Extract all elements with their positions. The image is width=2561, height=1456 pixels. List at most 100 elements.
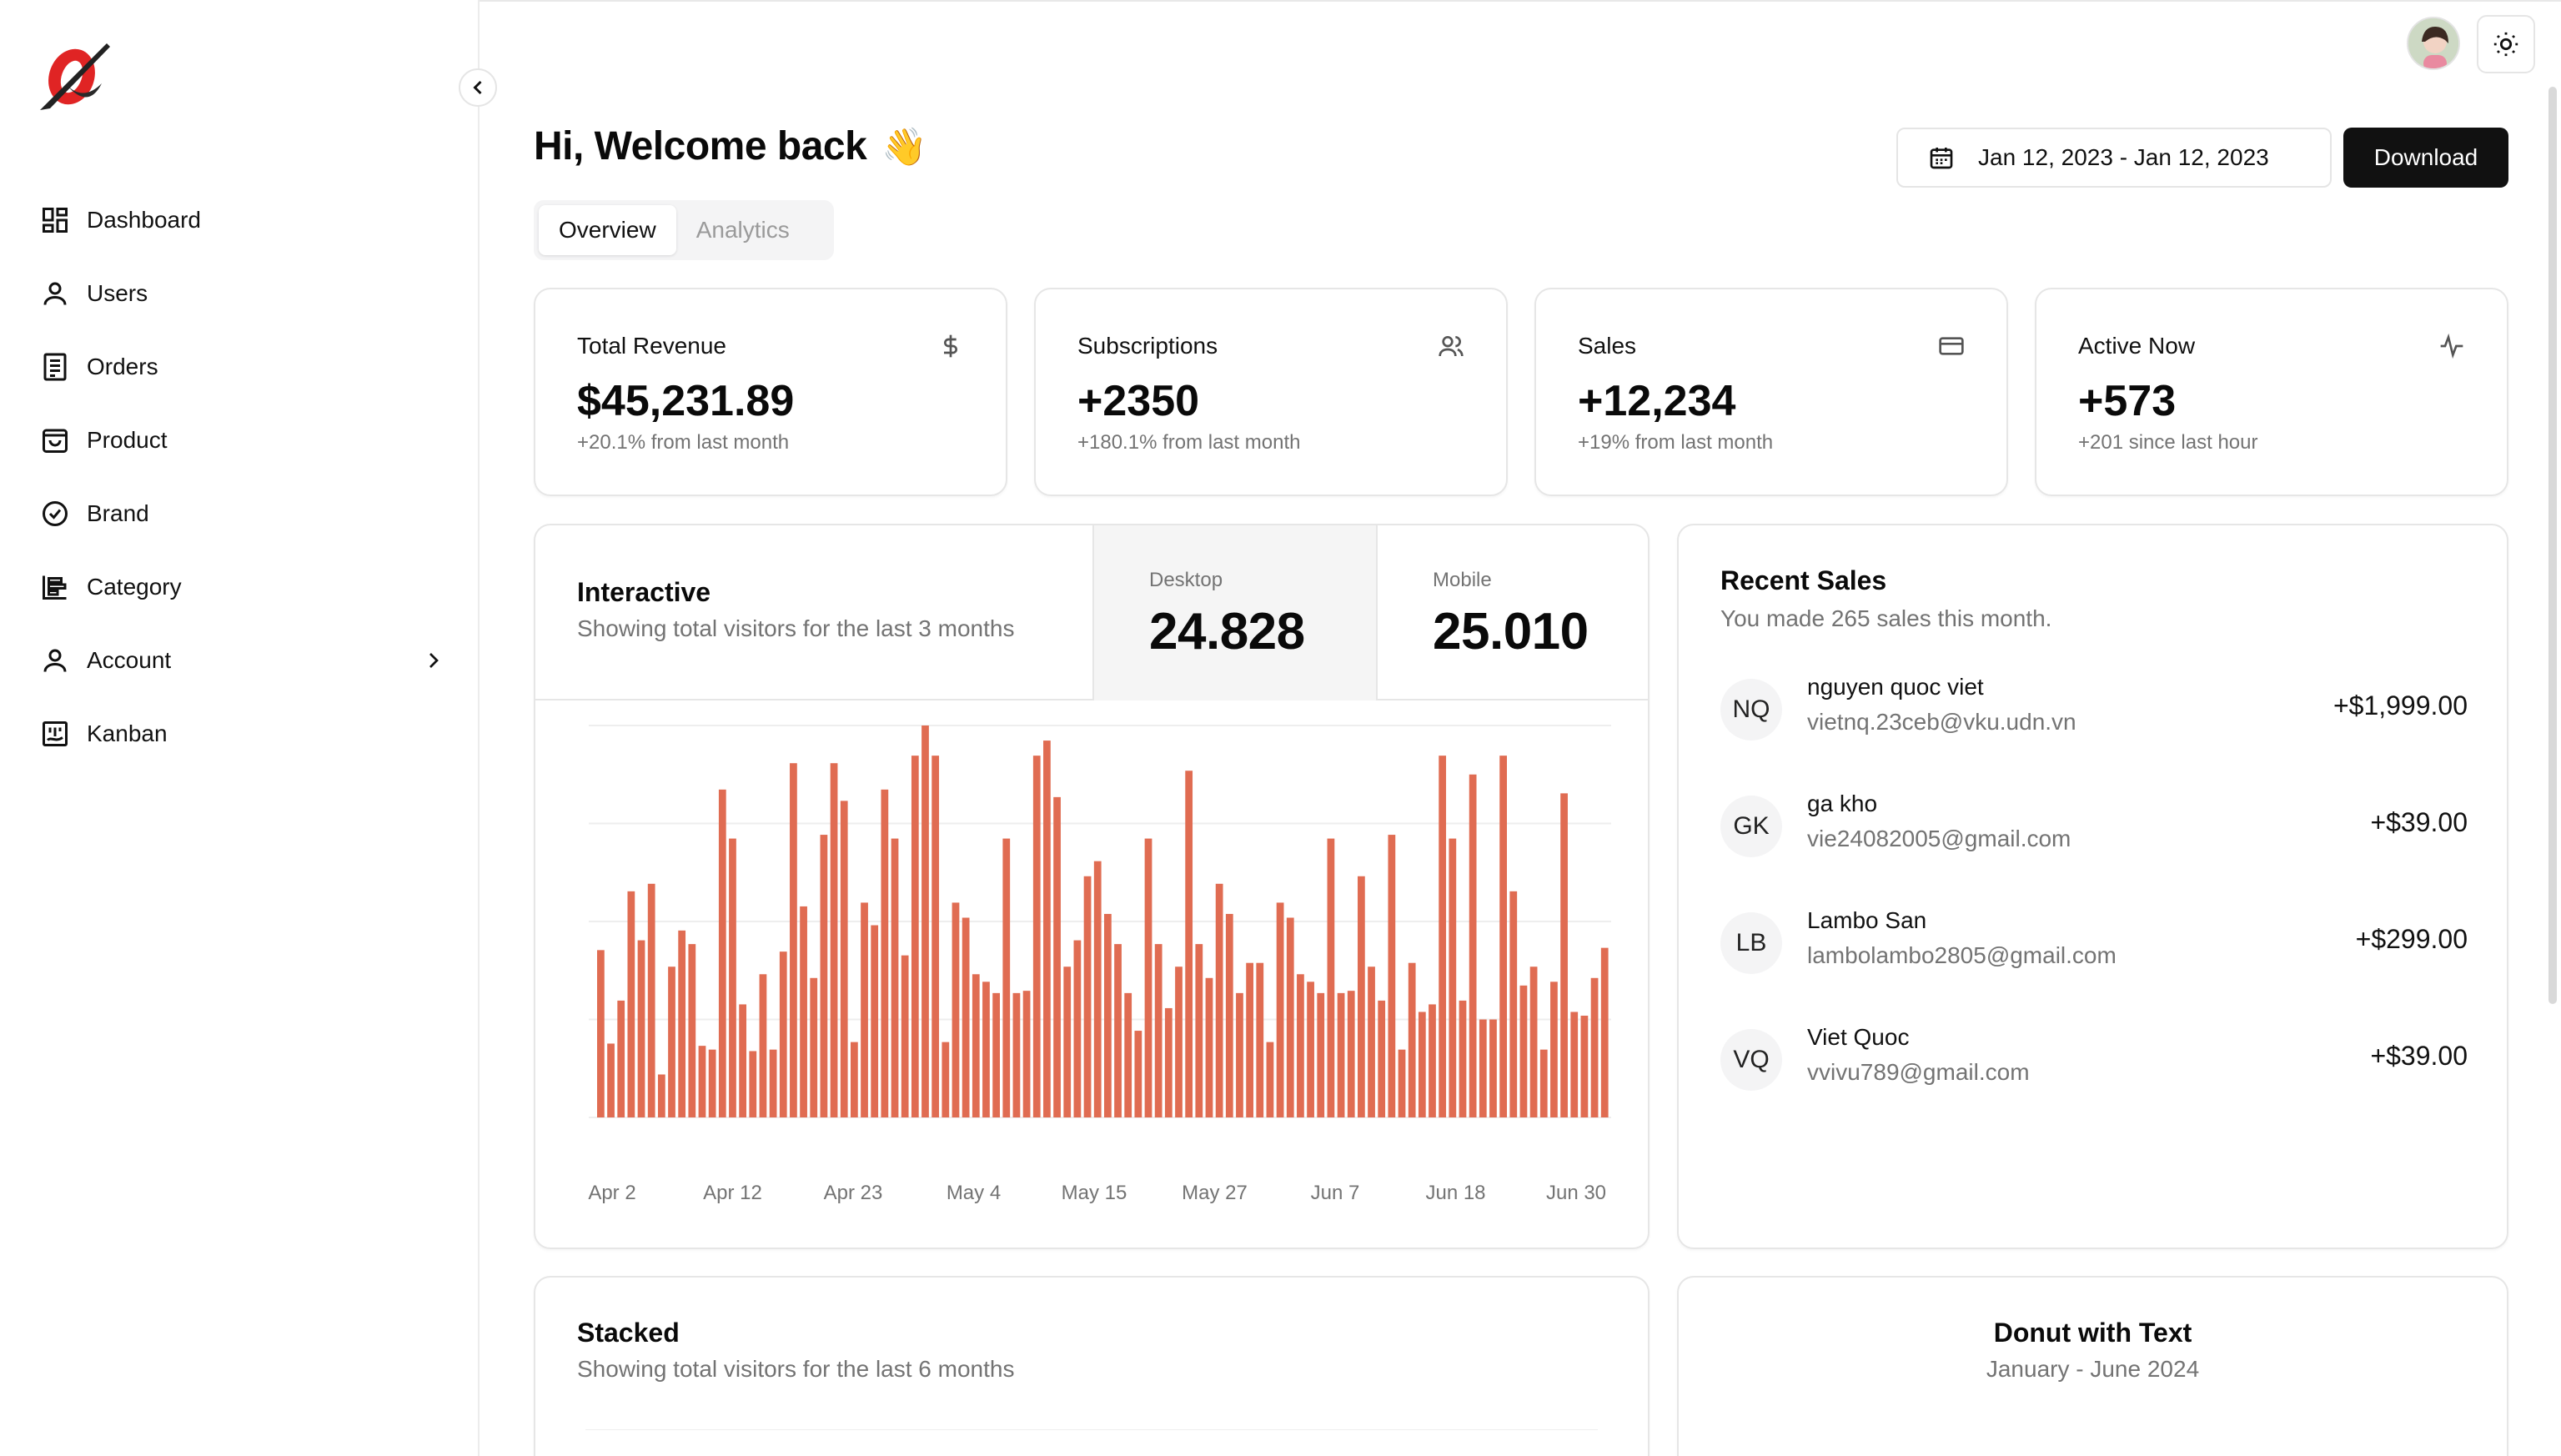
chart-bar[interactable] xyxy=(1388,835,1396,1117)
desktop-metric-toggle[interactable]: Desktop 24.828 xyxy=(1092,525,1376,700)
chart-bar[interactable] xyxy=(1509,891,1518,1117)
chart-bar[interactable] xyxy=(1012,992,1021,1117)
chart-bar[interactable] xyxy=(1529,966,1538,1117)
chart-bar[interactable] xyxy=(1286,917,1294,1117)
chart-bar[interactable] xyxy=(1347,991,1355,1117)
sale-row[interactable]: VQ Viet Quoc vvivu789@gmail.com +$39.00 xyxy=(1720,1024,2468,1099)
chart-bar[interactable] xyxy=(790,763,797,1117)
chart-bar[interactable] xyxy=(1429,1004,1436,1117)
sidebar-item-brand[interactable]: Brand xyxy=(38,477,447,550)
chart-bar[interactable] xyxy=(1104,913,1112,1117)
chart-bar[interactable] xyxy=(637,940,645,1117)
chart-bar[interactable] xyxy=(739,1004,746,1117)
chart-bar[interactable] xyxy=(1114,944,1122,1117)
chart-bar[interactable] xyxy=(617,1000,625,1117)
user-avatar[interactable] xyxy=(2407,17,2460,70)
chart-bar[interactable] xyxy=(668,966,675,1117)
chart-bar[interactable] xyxy=(1550,982,1558,1117)
chart-bar[interactable] xyxy=(1368,966,1375,1117)
chart-bar[interactable] xyxy=(1519,985,1528,1117)
chart-bar[interactable] xyxy=(942,1042,950,1117)
chart-bar[interactable] xyxy=(962,917,970,1117)
chart-bar[interactable] xyxy=(1073,940,1082,1117)
chart-bar[interactable] xyxy=(881,789,889,1117)
chart-bar[interactable] xyxy=(1093,861,1102,1117)
chart-bar[interactable] xyxy=(921,725,929,1117)
chart-bar[interactable] xyxy=(871,925,879,1117)
chart-bar[interactable] xyxy=(1175,966,1183,1117)
chart-bar[interactable] xyxy=(1479,1019,1487,1118)
chart-bar[interactable] xyxy=(1205,977,1213,1117)
chart-bar[interactable] xyxy=(1307,982,1314,1117)
chart-bar[interactable] xyxy=(840,801,848,1117)
chart-bar[interactable] xyxy=(861,902,868,1117)
chart-bar[interactable] xyxy=(688,944,696,1117)
chart-bar[interactable] xyxy=(1276,902,1284,1117)
chart-bar[interactable] xyxy=(1459,1000,1467,1117)
chart-bar[interactable] xyxy=(1378,1000,1386,1117)
chart-bar[interactable] xyxy=(1570,1012,1579,1117)
sidebar-collapse-button[interactable] xyxy=(459,68,497,107)
page-scrollbar[interactable] xyxy=(2548,87,2557,1004)
chart-bar[interactable] xyxy=(1590,977,1599,1117)
chart-bar[interactable] xyxy=(1154,944,1162,1117)
chart-bar[interactable] xyxy=(1418,1012,1426,1117)
chart-bar[interactable] xyxy=(627,891,635,1117)
chart-bar[interactable] xyxy=(1256,962,1264,1117)
chart-bar[interactable] xyxy=(657,1074,665,1117)
chart-bar[interactable] xyxy=(1246,962,1253,1117)
chart-bar[interactable] xyxy=(1144,838,1152,1117)
sidebar-item-users[interactable]: Users xyxy=(38,257,447,330)
sidebar-item-orders[interactable]: Orders xyxy=(38,330,447,404)
chart-bar[interactable] xyxy=(1195,944,1203,1117)
chart-bar[interactable] xyxy=(800,906,807,1117)
chart-bar[interactable] xyxy=(1499,756,1507,1117)
chart-bar[interactable] xyxy=(1539,1049,1548,1117)
chart-bar[interactable] xyxy=(647,883,655,1117)
chart-bar[interactable] xyxy=(932,756,940,1117)
chart-bar[interactable] xyxy=(1043,741,1051,1117)
chart-bar[interactable] xyxy=(769,1049,777,1117)
chart-bar[interactable] xyxy=(911,756,919,1117)
chart-bar[interactable] xyxy=(1185,771,1193,1117)
chart-bar[interactable] xyxy=(1053,796,1061,1117)
chart-bar[interactable] xyxy=(1408,962,1416,1117)
chart-bar[interactable] xyxy=(830,763,838,1117)
chart-bar[interactable] xyxy=(952,902,960,1117)
chart-bar[interactable] xyxy=(1600,947,1609,1117)
chart-bar[interactable] xyxy=(759,974,767,1117)
sidebar-item-dashboard[interactable]: Dashboard xyxy=(38,183,447,257)
tab-analytics[interactable]: Analytics xyxy=(676,205,810,255)
chart-bar[interactable] xyxy=(597,950,605,1117)
chart-bar[interactable] xyxy=(820,835,828,1117)
chart-bar[interactable] xyxy=(1032,756,1041,1117)
chart-bar[interactable] xyxy=(718,789,726,1117)
chart-bar[interactable] xyxy=(1327,838,1335,1117)
sidebar-item-product[interactable]: Product xyxy=(38,404,447,477)
chart-bar[interactable] xyxy=(1449,838,1457,1117)
chart-bar[interactable] xyxy=(1002,838,1011,1117)
chart-bar[interactable] xyxy=(1083,876,1092,1117)
chart-bar[interactable] xyxy=(708,1049,716,1117)
chart-bar[interactable] xyxy=(729,838,736,1117)
tab-overview[interactable]: Overview xyxy=(539,205,676,255)
chart-bar[interactable] xyxy=(891,838,899,1117)
theme-toggle-button[interactable] xyxy=(2477,15,2535,73)
chart-bar[interactable] xyxy=(1580,1015,1589,1117)
chart-bar[interactable] xyxy=(749,1051,757,1117)
chart-bar[interactable] xyxy=(698,1046,706,1117)
chart-bar[interactable] xyxy=(1134,1031,1142,1117)
chart-bar[interactable] xyxy=(1225,913,1233,1117)
chart-bar[interactable] xyxy=(1297,974,1304,1117)
chart-bar[interactable] xyxy=(1489,1019,1497,1118)
chart-bar[interactable] xyxy=(678,930,686,1117)
sale-row[interactable]: LB Lambo San lambolambo2805@gmail.com +$… xyxy=(1720,907,2468,982)
chart-bar[interactable] xyxy=(1124,992,1132,1117)
visitors-bar-chart[interactable]: Apr 2 Apr 12 Apr 23 May 4 May 15 May 27 Jun 7 J… xyxy=(535,702,1648,1249)
chart-bar[interactable] xyxy=(1469,774,1477,1117)
chart-bar[interactable] xyxy=(1215,883,1223,1117)
chart-bar[interactable] xyxy=(1560,793,1568,1117)
sale-row[interactable]: NQ nguyen quoc viet vietnq.23ceb@vku.udn… xyxy=(1720,674,2468,749)
chart-bar[interactable] xyxy=(1022,991,1031,1117)
chart-bar[interactable] xyxy=(992,992,1000,1117)
